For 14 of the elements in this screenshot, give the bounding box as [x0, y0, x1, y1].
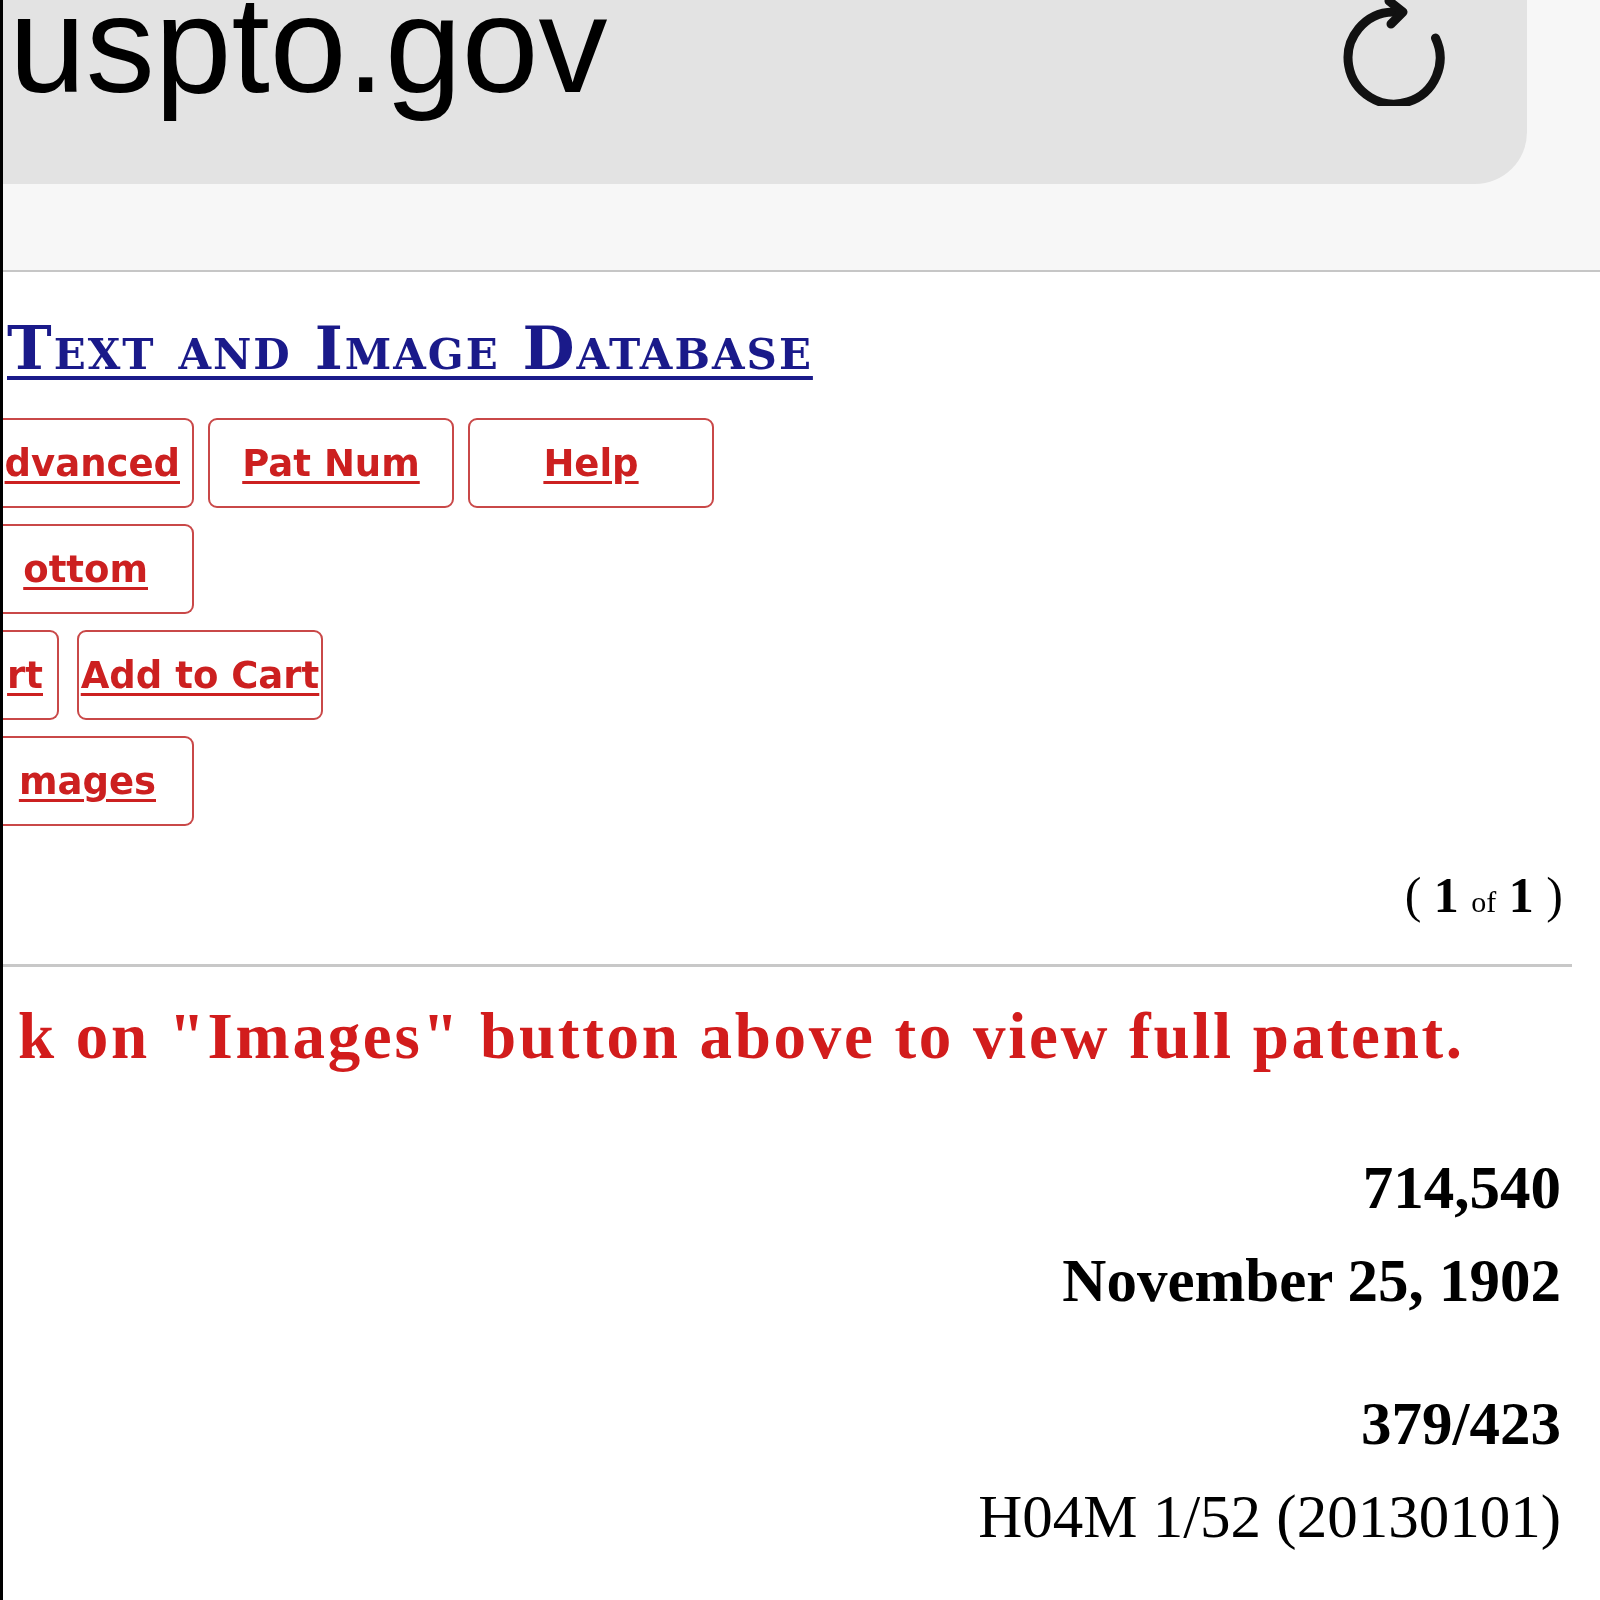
nav-button[interactable]: Pat Num: [208, 418, 454, 508]
detail-value: November 25, 1902: [1062, 1250, 1561, 1311]
nav-button[interactable]: Add to Cart: [77, 630, 323, 720]
nav-button[interactable]: Help: [468, 418, 714, 508]
url-text: uspto.gov: [9, 0, 608, 119]
nav-button[interactable]: mages: [3, 736, 194, 826]
detail-value: 714,540: [1362, 1157, 1561, 1218]
result-counter: ( 1 of 1 ): [1404, 870, 1563, 925]
nav-button[interactable]: ottom: [3, 524, 194, 614]
nav-button[interactable]: dvanced: [3, 418, 194, 508]
address-bar[interactable]: uspto.gov: [3, 0, 1527, 184]
database-title-link[interactable]: Text and Image Database: [7, 315, 813, 381]
detail-value: 379/423: [1361, 1393, 1561, 1454]
nav-button[interactable]: rt: [3, 630, 59, 720]
